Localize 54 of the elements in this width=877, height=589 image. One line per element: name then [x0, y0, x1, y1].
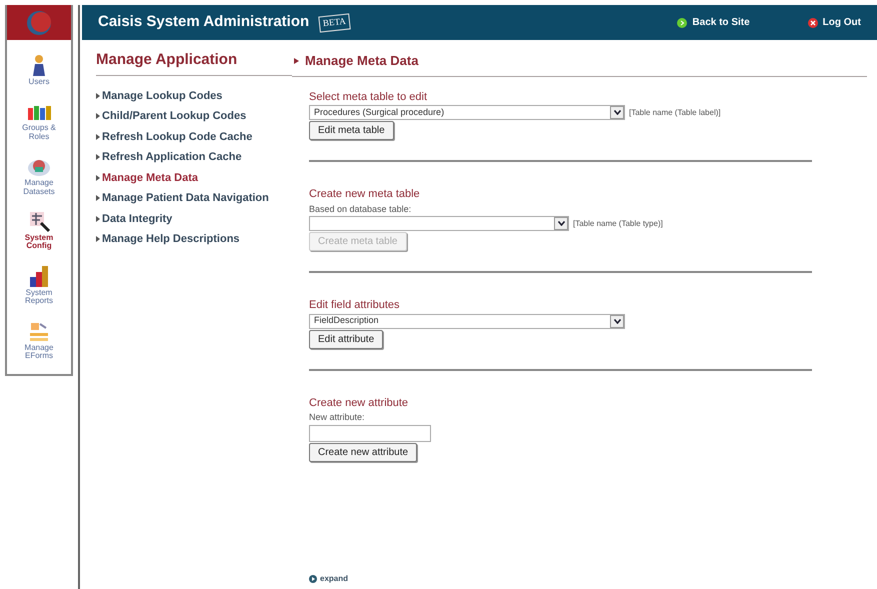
menu-link[interactable]: Data Integrity — [96, 210, 292, 227]
bullet-icon — [96, 154, 100, 160]
hint-text: [Table name (Table type)] — [573, 218, 663, 230]
page-title: Manage Meta Data — [305, 52, 418, 70]
app-title: Caisis System Administration — [98, 12, 310, 32]
menu-link[interactable]: Manage Meta Data — [96, 170, 292, 186]
menu-link[interactable]: Refresh Application Cache — [96, 149, 292, 166]
expand-link[interactable]: expand — [309, 573, 877, 585]
action-button[interactable]: Edit attribute — [309, 330, 384, 348]
close-icon — [808, 18, 818, 28]
caret-icon — [558, 221, 564, 226]
logo-icon — [26, 10, 52, 36]
section-heading: Create new attribute — [309, 396, 410, 410]
select-field[interactable]: Procedures (Surgical procedure) — [309, 105, 625, 120]
caret-icon — [614, 318, 620, 324]
select-field[interactable] — [309, 216, 569, 231]
sidebar-item[interactable]: Groups & Roles — [7, 98, 71, 142]
sidebar-item[interactable]: Users — [7, 52, 71, 86]
text-field[interactable] — [309, 424, 431, 442]
field-value: Procedures (Surgical procedure) — [314, 106, 444, 119]
bullet-icon — [96, 174, 100, 181]
bullet-icon — [96, 113, 100, 120]
section-heading: Edit field attributes — [309, 298, 400, 313]
sidebar-item[interactable]: Manage EForms — [7, 318, 71, 360]
bullet-icon — [96, 134, 100, 140]
expand-icon — [309, 575, 317, 583]
menu-title: Manage Application — [96, 40, 292, 76]
bullet-icon — [96, 92, 100, 99]
caret-icon — [614, 110, 620, 115]
bullet-icon — [96, 236, 100, 242]
hint-text: [Table name (Table label)] — [629, 106, 721, 118]
beta-tag: BETA — [318, 13, 351, 32]
bullet-icon — [294, 58, 299, 64]
menu-link[interactable]: Manage Patient Data Navigation — [96, 190, 292, 206]
header-link[interactable]: Back to Site — [677, 15, 750, 30]
select-field[interactable]: FieldDescription — [309, 314, 625, 328]
sidebar-item[interactable]: Manage Datasets — [7, 153, 71, 196]
sidebar-item[interactable]: System Reports — [7, 262, 71, 306]
menu-link[interactable]: Manage Help Descriptions — [96, 231, 292, 248]
section-heading: Select meta table to edit — [309, 90, 428, 104]
field-label: New attribute: — [309, 411, 366, 424]
menu-link[interactable]: Manage Lookup Codes — [96, 88, 292, 104]
menu-link[interactable]: Child/Parent Lookup Codes — [96, 108, 292, 124]
bullet-icon — [96, 195, 100, 202]
field-label: Based on database table: — [309, 202, 412, 216]
sidebar-item[interactable]: System Config — [7, 208, 71, 251]
section-heading: Create new meta table — [309, 187, 421, 202]
menu-link[interactable]: Refresh Lookup Code Cache — [96, 128, 292, 145]
action-button[interactable]: Create new attribute — [309, 442, 418, 462]
header-link[interactable]: Log Out — [808, 15, 861, 30]
bullet-icon — [96, 216, 100, 222]
circle-icon — [677, 18, 688, 28]
action-button[interactable]: Edit meta table — [309, 121, 394, 140]
field-value: FieldDescription — [314, 314, 379, 328]
